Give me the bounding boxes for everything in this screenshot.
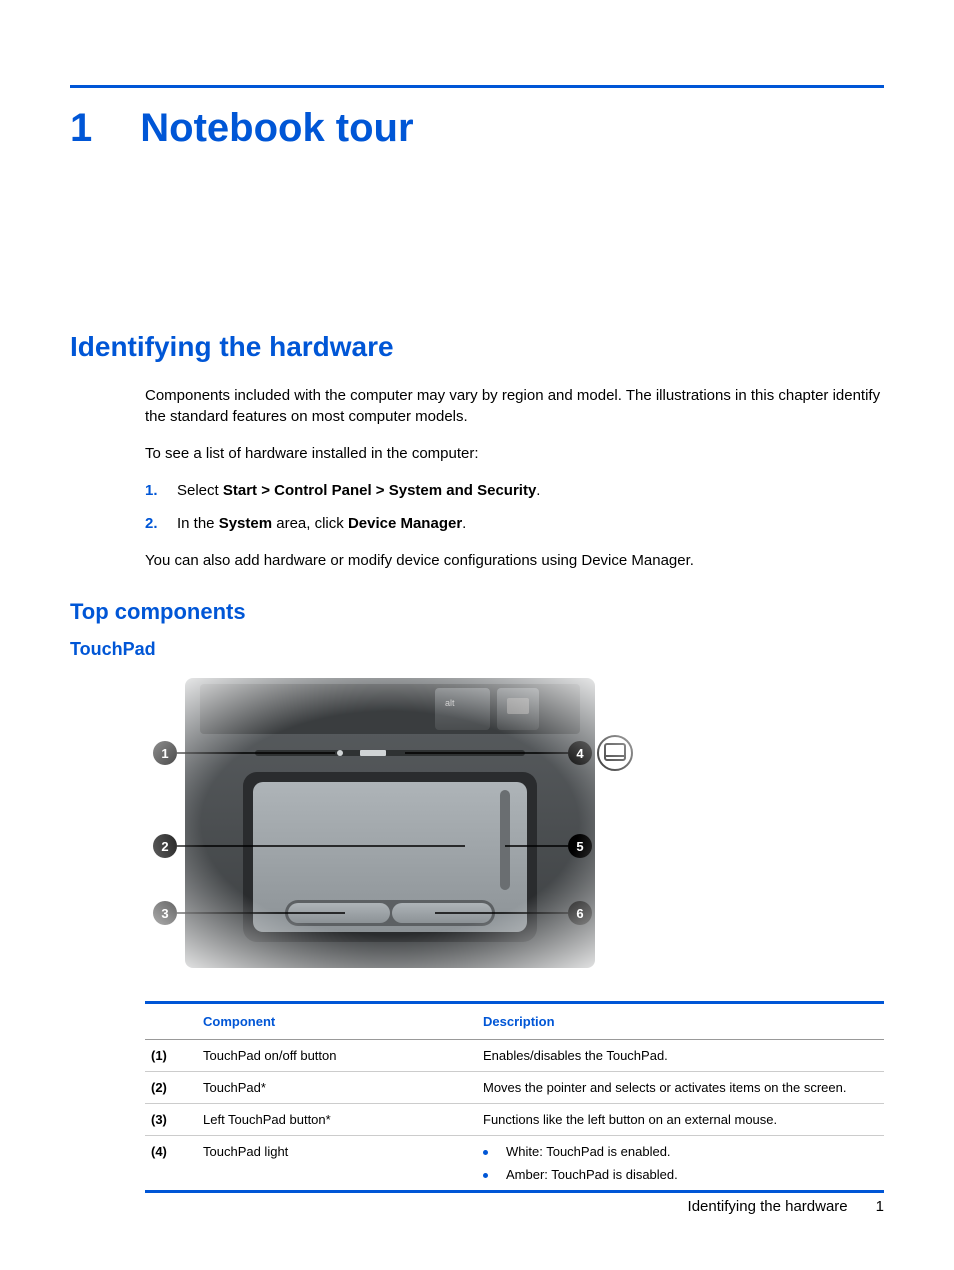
section-heading: Identifying the hardware — [70, 331, 884, 363]
table-row: (3) Left TouchPad button* Functions like… — [145, 1104, 884, 1136]
table-header-component: Component — [197, 1004, 477, 1040]
touchpad-diagram: alt 1 2 3 4 5 6 — [145, 678, 884, 973]
subsubsection-heading: TouchPad — [70, 639, 884, 660]
footer-section-title: Identifying the hardware — [688, 1198, 848, 1215]
step-list: 1. Select Start > Control Panel > System… — [145, 480, 884, 534]
bullet-icon — [483, 1173, 488, 1178]
step-item: 1. Select Start > Control Panel > System… — [145, 480, 884, 501]
step-number: 2. — [145, 513, 177, 534]
table-row: (4) TouchPad light White: TouchPad is en… — [145, 1136, 884, 1191]
body-paragraph: Components included with the computer ma… — [145, 385, 884, 427]
chapter-number: 1 — [70, 106, 92, 151]
step-text: Select Start > Control Panel > System an… — [177, 480, 540, 501]
footer-page-number: 1 — [876, 1198, 884, 1215]
step-item: 2. In the System area, click Device Mana… — [145, 513, 884, 534]
chapter-heading: 1 Notebook tour — [70, 106, 884, 151]
body-paragraph: To see a list of hardware installed in t… — [145, 443, 884, 464]
bullet-icon — [483, 1150, 488, 1155]
subsection-heading: Top components — [70, 599, 884, 625]
step-text: In the System area, click Device Manager… — [177, 513, 466, 534]
component-table: Component Description (1) TouchPad on/of… — [145, 1001, 884, 1193]
table-row: (2) TouchPad* Moves the pointer and sele… — [145, 1072, 884, 1104]
step-number: 1. — [145, 480, 177, 501]
chapter-title: Notebook tour — [140, 106, 413, 151]
table-row: (1) TouchPad on/off button Enables/disab… — [145, 1040, 884, 1072]
body-paragraph: You can also add hardware or modify devi… — [145, 550, 884, 571]
table-header-description: Description — [477, 1004, 884, 1040]
page-footer: Identifying the hardware 1 — [688, 1198, 884, 1215]
